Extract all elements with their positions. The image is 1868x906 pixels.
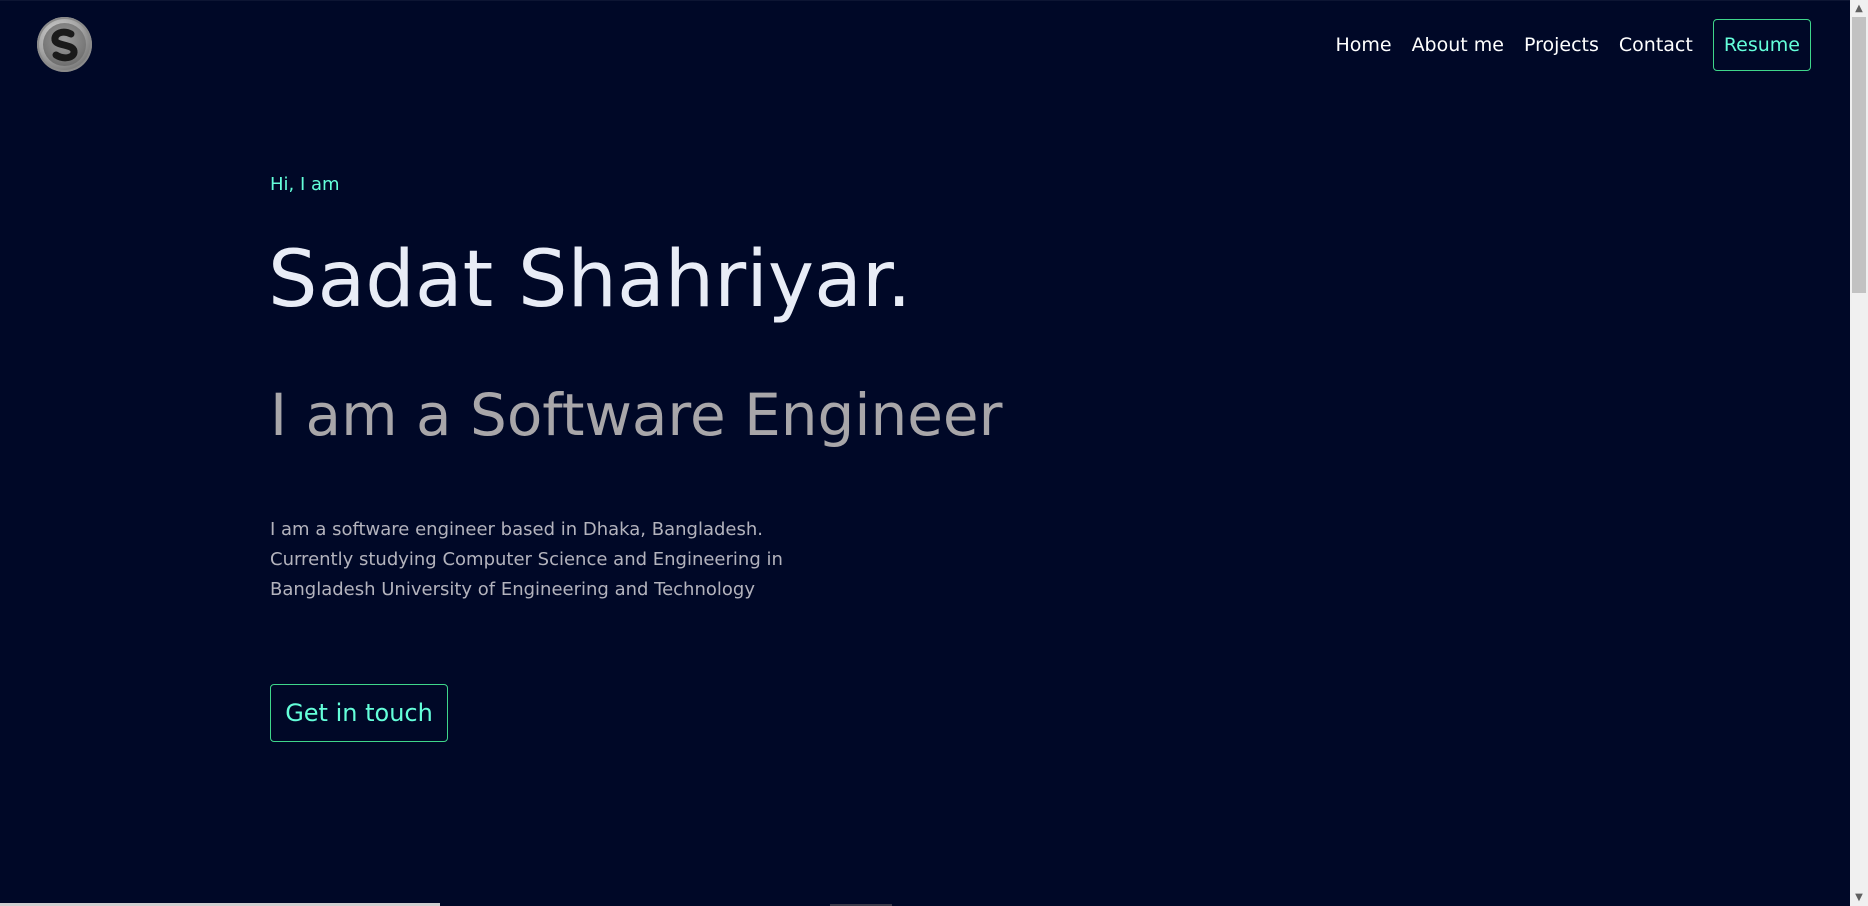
logo-letter-graphic — [51, 28, 78, 62]
bio-line: Currently studying Computer Science and … — [270, 549, 783, 570]
chevron-down-icon[interactable]: ▼ — [1850, 889, 1868, 906]
hero-name: Sadat Shahriyar. — [268, 235, 912, 325]
get-in-touch-button[interactable]: Get in touch — [270, 684, 448, 742]
scrollbar-thumb[interactable] — [1852, 17, 1866, 293]
bio-line: I am a software engineer based in Dhaka,… — [270, 519, 763, 540]
nav-about-link[interactable]: About me — [1412, 34, 1504, 56]
top-navigation: Home About me Projects Contact Resume — [1315, 18, 1811, 72]
nav-home-link[interactable]: Home — [1335, 34, 1391, 56]
vertical-scrollbar[interactable]: ▲ ▼ — [1850, 0, 1868, 906]
hero-role: I am a Software Engineer — [270, 381, 1003, 449]
bio-line: Bangladesh University of Engineering and… — [270, 579, 755, 600]
s-logo-icon[interactable] — [37, 17, 92, 72]
hero-greeting: Hi, I am — [270, 174, 340, 195]
nav-projects-link[interactable]: Projects — [1524, 34, 1599, 56]
nav-contact-link[interactable]: Contact — [1619, 34, 1693, 56]
resume-button[interactable]: Resume — [1712, 19, 1811, 71]
chevron-up-icon[interactable]: ▲ — [1850, 0, 1868, 17]
portfolio-page: Home About me Projects Contact Resume Hi… — [0, 0, 1868, 906]
window-edge — [0, 0, 1868, 1]
hero-bio: I am a software engineer based in Dhaka,… — [270, 515, 830, 605]
